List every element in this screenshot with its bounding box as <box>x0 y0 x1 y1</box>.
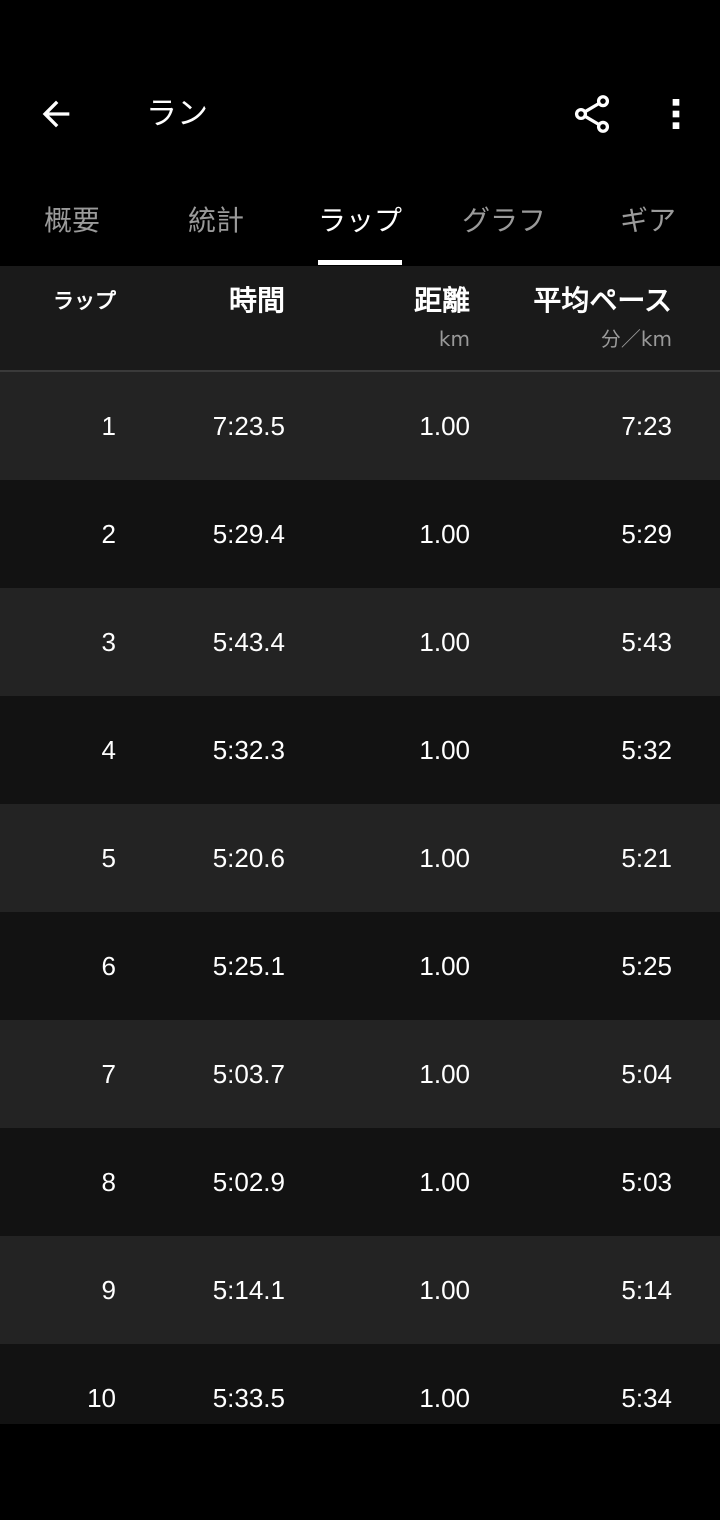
tab-overview[interactable]: 概要 <box>0 172 144 266</box>
more-options-button[interactable] <box>646 84 706 144</box>
lap-pace: 5:32 <box>621 735 672 765</box>
top-app-bar: ラン <box>0 60 720 170</box>
lap-number: 4 <box>101 735 116 765</box>
header-time: 時間 <box>228 284 285 317</box>
lap-distance: 1.00 <box>419 735 470 765</box>
lap-pace: 7:23 <box>621 411 672 441</box>
lap-time: 5:29.4 <box>212 519 285 549</box>
lap-number: 5 <box>101 843 116 873</box>
table-row: 3 5:43.4 1.00 5:43 <box>0 588 720 696</box>
table-row: 5 5:20.6 1.00 5:21 <box>0 804 720 912</box>
lap-distance: 1.00 <box>419 1167 470 1197</box>
lap-pace: 5:03 <box>621 1167 672 1197</box>
lap-pace: 5:29 <box>621 519 672 549</box>
lap-number: 6 <box>101 951 116 981</box>
lap-time: 5:25.1 <box>212 951 285 981</box>
lap-pace: 5:04 <box>621 1059 672 1089</box>
lap-distance: 1.00 <box>419 1059 470 1089</box>
table-row: 9 5:14.1 1.00 5:14 <box>0 1236 720 1344</box>
table-row: 4 5:32.3 1.00 5:32 <box>0 696 720 804</box>
lap-time: 5:33.5 <box>212 1383 285 1413</box>
lap-number: 3 <box>101 627 116 657</box>
lap-pace: 5:14 <box>621 1275 672 1305</box>
active-tab-indicator <box>318 260 402 265</box>
lap-pace: 5:25 <box>621 951 672 981</box>
lap-time: 5:43.4 <box>212 627 285 657</box>
lap-distance: 1.00 <box>419 1383 470 1413</box>
lap-pace: 5:34 <box>621 1383 672 1413</box>
lap-distance: 1.00 <box>419 411 470 441</box>
lap-time: 5:03.7 <box>212 1059 285 1089</box>
header-distance: 距離 <box>413 284 470 317</box>
lap-pace: 5:43 <box>621 627 672 657</box>
lap-distance: 1.00 <box>419 951 470 981</box>
table-row: 8 5:02.9 1.00 5:03 <box>0 1128 720 1236</box>
lap-number: 7 <box>101 1059 116 1089</box>
page-title: ラン <box>146 96 208 132</box>
lap-time: 5:32.3 <box>212 735 285 765</box>
lap-distance: 1.00 <box>419 627 470 657</box>
header-pace: 平均ペース <box>533 284 672 317</box>
lap-number: 8 <box>101 1167 116 1197</box>
header-distance-unit: km <box>438 327 470 351</box>
lap-time: 5:20.6 <box>212 843 285 873</box>
table-row: 2 5:29.4 1.00 5:29 <box>0 480 720 588</box>
header-lap: ラップ <box>53 289 116 313</box>
lap-number: 1 <box>101 411 116 441</box>
table-row: 6 5:25.1 1.00 5:25 <box>0 912 720 1020</box>
lap-distance: 1.00 <box>419 843 470 873</box>
more-vert-icon <box>672 99 680 129</box>
laps-table-header: ラップ 時間 距離 km 平均ペース 分／km <box>0 266 720 372</box>
lap-distance: 1.00 <box>419 1275 470 1305</box>
tab-laps[interactable]: ラップ <box>288 172 432 266</box>
header-pace-unit: 分／km <box>600 327 672 351</box>
arrow-left-icon <box>42 100 70 128</box>
table-row: 10 5:33.5 1.00 5:34 <box>0 1344 720 1424</box>
lap-time: 7:23.5 <box>212 411 285 441</box>
lap-time: 5:02.9 <box>212 1167 285 1197</box>
lap-number: 2 <box>101 519 116 549</box>
tab-graph[interactable]: グラフ <box>432 172 576 266</box>
lap-number: 9 <box>101 1275 116 1305</box>
lap-distance: 1.00 <box>419 519 470 549</box>
tab-bar: 概要 統計 ラップ グラフ ギア <box>0 172 720 266</box>
lap-number: 10 <box>87 1383 116 1413</box>
bottom-spacer <box>0 1424 720 1520</box>
share-button[interactable] <box>562 84 622 144</box>
tab-gear[interactable]: ギア <box>576 172 720 266</box>
table-row: 7 5:03.7 1.00 5:04 <box>0 1020 720 1128</box>
table-row: 1 7:23.5 1.00 7:23 <box>0 372 720 480</box>
laps-table-body: 1 7:23.5 1.00 7:23 2 5:29.4 1.00 5:29 3 … <box>0 372 720 1424</box>
share-icon <box>574 95 610 133</box>
lap-time: 5:14.1 <box>212 1275 285 1305</box>
laps-screen: ラン 概要 統計 ラップ グラフ ギア ラップ 時間 距離 km 平均ペース 分… <box>0 0 720 1520</box>
back-button[interactable] <box>26 84 86 144</box>
lap-pace: 5:21 <box>621 843 672 873</box>
tab-stats[interactable]: 統計 <box>144 172 288 266</box>
